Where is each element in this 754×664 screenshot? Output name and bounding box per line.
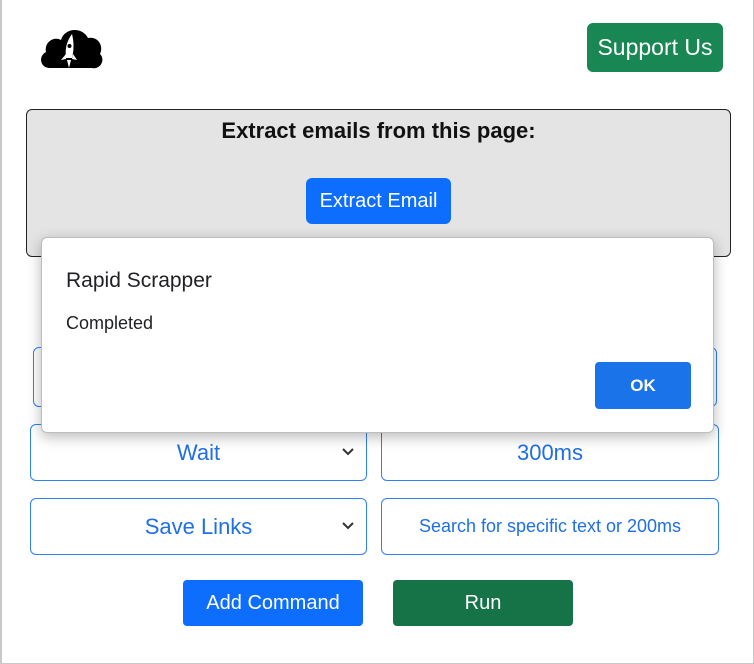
command-type-label: Save Links bbox=[144, 513, 253, 539]
command-value-text: 300ms bbox=[516, 439, 584, 465]
dialog-title: Rapid Scrapper bbox=[66, 269, 212, 292]
cloud-rocket-icon bbox=[41, 29, 103, 69]
support-us-button[interactable]: Support Us bbox=[587, 23, 723, 72]
dialog-ok-button[interactable]: OK bbox=[595, 362, 691, 409]
alert-dialog: Rapid Scrapper Completed OK bbox=[41, 237, 714, 433]
run-button[interactable]: Run bbox=[393, 580, 573, 626]
command-value-input-save-links[interactable]: Search for specific text or 200ms bbox=[381, 498, 719, 555]
dialog-message: Completed bbox=[66, 313, 154, 333]
add-command-button[interactable]: Add Command bbox=[183, 580, 363, 626]
extract-title: Extract emails from this page: bbox=[221, 118, 536, 143]
extract-emails-panel: Extract emails from this page: Extract E… bbox=[26, 109, 731, 257]
chevron-down-icon bbox=[342, 448, 354, 456]
command-type-label: Wait bbox=[176, 439, 221, 465]
extract-email-button[interactable]: Extract Email bbox=[306, 178, 451, 224]
command-type-select-save-links[interactable]: Save Links bbox=[30, 498, 367, 555]
chevron-down-icon bbox=[342, 522, 354, 530]
command-value-placeholder: Search for specific text or 200ms bbox=[418, 516, 682, 536]
